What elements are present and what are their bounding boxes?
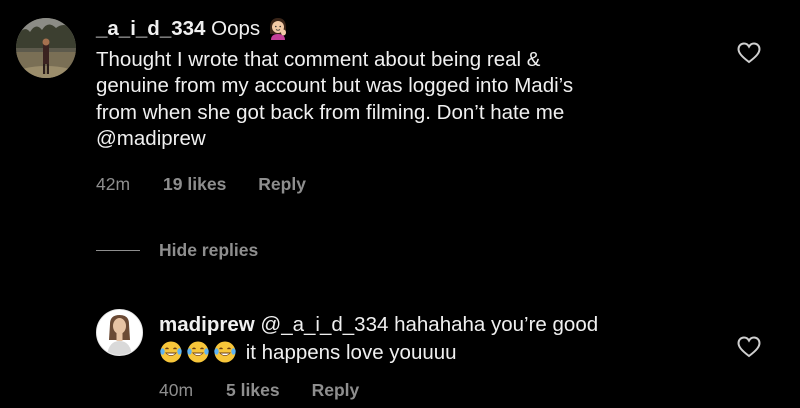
- reply-first-line: madiprew @_a_i_d_334 hahahaha you’re goo…: [159, 312, 729, 338]
- laughing-tears-icon: [186, 340, 210, 371]
- reply-reply-button[interactable]: Reply: [312, 380, 360, 401]
- comment-time: 42m: [96, 174, 131, 194]
- hide-replies-button[interactable]: Hide replies: [96, 240, 258, 261]
- reply-body: madiprew @_a_i_d_334 hahahaha you’re goo…: [159, 312, 729, 371]
- comment-meta: 42m 19 likes Reply: [96, 174, 306, 195]
- reply-text: hahahaha you’re good: [394, 313, 599, 336]
- laughing-tears-icon: [159, 340, 183, 371]
- hide-replies-label: Hide replies: [159, 240, 259, 260]
- avatar[interactable]: [16, 18, 76, 78]
- reply-text-second: it happens love youuuu: [245, 341, 457, 365]
- laughing-tears-icon: [213, 340, 237, 371]
- reply-avatar-photo: [97, 310, 142, 355]
- mention-link[interactable]: @madiprew: [96, 126, 736, 152]
- reply-button[interactable]: Reply: [258, 174, 306, 195]
- comment-inline-text: Oops: [211, 17, 261, 40]
- like-heart-icon[interactable]: [737, 42, 761, 64]
- reply-mention-link[interactable]: @_a_i_d_334: [260, 313, 388, 336]
- comment-first-line: _a_i_d_334 Oops: [96, 16, 736, 47]
- comment-line: from when she got back from filming. Don…: [96, 100, 565, 124]
- comment-body: _a_i_d_334 Oops Thought I wrote that com…: [96, 16, 736, 152]
- reply-like-heart-icon[interactable]: [737, 336, 761, 358]
- comment-likes[interactable]: 19 likes: [163, 174, 226, 195]
- reply-username[interactable]: madiprew: [159, 313, 255, 336]
- woman-tipping-hand-icon: [266, 16, 290, 47]
- reply-likes[interactable]: 5 likes: [226, 380, 280, 401]
- comment-username[interactable]: _a_i_d_334: [96, 17, 205, 40]
- reply-time: 40m: [159, 380, 194, 400]
- reply-meta: 40m 5 likes Reply: [159, 380, 359, 401]
- reply-second-line: it happens love youuuu: [159, 340, 729, 371]
- reply-avatar[interactable]: [96, 309, 143, 356]
- comment-line: Thought I wrote that comment about being…: [96, 48, 541, 72]
- avatar-photo: [16, 18, 76, 78]
- divider-line: [96, 250, 140, 251]
- comment-line: genuine from my account but was logged i…: [96, 74, 574, 98]
